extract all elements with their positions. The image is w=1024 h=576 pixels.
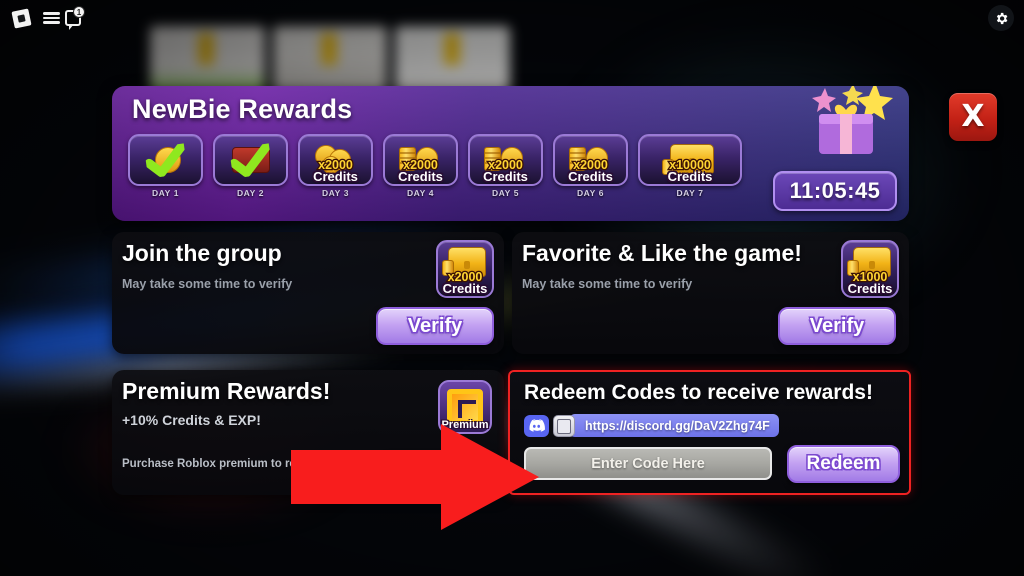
copy-icon[interactable] [553, 414, 575, 437]
daily-reward-day-6[interactable]: x2000 Credits DAY 6 [553, 134, 628, 198]
close-button[interactable]: X [949, 93, 997, 141]
verify-button-join-group[interactable]: Verify [376, 307, 494, 345]
newbie-rewards-panel: NewBie Rewards DAY 1 DAY 2 x2000 Credits DAY… [112, 86, 909, 221]
chat-badge: 1 [73, 6, 85, 18]
daily-reward-day-label: DAY 3 [321, 188, 350, 198]
daily-reward-label: Credits [568, 169, 613, 184]
verify-button-label: Verify [407, 314, 463, 337]
daily-reward-day-label: DAY 1 [151, 188, 180, 198]
daily-reward-label: Credits [398, 169, 443, 184]
task-card-favorite-like: Favorite & Like the game! May take some … [512, 232, 909, 354]
daily-reward-day-7[interactable]: x10000 Credits DAY 7 [638, 134, 742, 198]
roblox-logo-icon[interactable] [10, 7, 32, 29]
task-subtitle: May take some time to verify [522, 277, 693, 291]
task-subtitle: May take some time to verify [122, 277, 293, 291]
redeem-codes-card: Redeem Codes to receive rewards! https:/… [508, 370, 911, 495]
red-arrow-annotation [291, 424, 539, 530]
roblox-topbar: 1 [0, 0, 1024, 34]
countdown-timer: 11:05:45 [773, 171, 897, 211]
verify-button-favorite-like[interactable]: Verify [778, 307, 896, 345]
daily-reward-tile[interactable] [213, 134, 288, 186]
daily-reward-tile[interactable]: x2000 Credits [468, 134, 543, 186]
code-input-placeholder: Enter Code Here [591, 455, 705, 472]
redeem-button[interactable]: Redeem [787, 445, 900, 483]
discord-url-pill[interactable]: https://discord.gg/DaV2Zhg74F [569, 414, 779, 437]
reward-badge: x1000 Credits [841, 240, 899, 298]
task-title: Join the group [122, 240, 282, 266]
daily-reward-day-label: DAY 4 [406, 188, 435, 198]
hamburger-menu-icon[interactable] [40, 7, 62, 29]
daily-reward-day-label: DAY 5 [491, 188, 520, 198]
daily-reward-day-label: DAY 6 [576, 188, 605, 198]
task-card-join-group: Join the group May take some time to ver… [112, 232, 504, 354]
timer-value: 11:05:45 [789, 178, 881, 203]
panel-title: NewBie Rewards [132, 94, 353, 124]
discord-link-row: https://discord.gg/DaV2Zhg74F [524, 414, 779, 437]
code-input[interactable]: Enter Code Here [524, 447, 772, 480]
gift-box-icon [812, 86, 893, 154]
daily-rewards-row: DAY 1 DAY 2 x2000 Credits DAY 3 x2000 Credits D… [128, 134, 742, 198]
daily-reward-tile[interactable]: x2000 Credits [553, 134, 628, 186]
daily-reward-day-3[interactable]: x2000 Credits DAY 3 [298, 134, 373, 198]
close-icon: X [961, 99, 985, 134]
daily-reward-day-4[interactable]: x2000 Credits DAY 4 [383, 134, 458, 198]
daily-reward-label: Credits [483, 169, 528, 184]
premium-title: Premium Rewards! [122, 378, 331, 404]
discord-url: https://discord.gg/DaV2Zhg74F [585, 418, 770, 433]
daily-reward-label: Credits [667, 169, 713, 184]
daily-reward-day-1[interactable]: DAY 1 [128, 134, 203, 198]
premium-subtitle: +10% Credits & EXP! [122, 412, 261, 428]
daily-reward-label: Credits [313, 169, 358, 184]
daily-reward-day-label: DAY 7 [676, 188, 704, 198]
reward-badge: x2000 Credits [436, 240, 494, 298]
reward-label: Credits [442, 281, 488, 296]
redeem-button-label: Redeem [806, 453, 881, 474]
daily-reward-tile[interactable]: x2000 Credits [383, 134, 458, 186]
daily-reward-day-label: DAY 2 [236, 188, 265, 198]
verify-button-label: Verify [809, 314, 865, 337]
task-title: Favorite & Like the game! [522, 240, 802, 266]
daily-reward-tile[interactable] [128, 134, 203, 186]
daily-reward-day-5[interactable]: x2000 Credits DAY 5 [468, 134, 543, 198]
daily-reward-tile[interactable]: x2000 Credits [298, 134, 373, 186]
daily-reward-tile[interactable]: x10000 Credits [638, 134, 742, 186]
daily-reward-day-2[interactable]: DAY 2 [213, 134, 288, 198]
gear-icon[interactable] [988, 5, 1014, 31]
chat-icon[interactable]: 1 [62, 6, 85, 29]
redeem-title: Redeem Codes to receive rewards! [524, 381, 873, 404]
reward-label: Credits [847, 281, 893, 296]
